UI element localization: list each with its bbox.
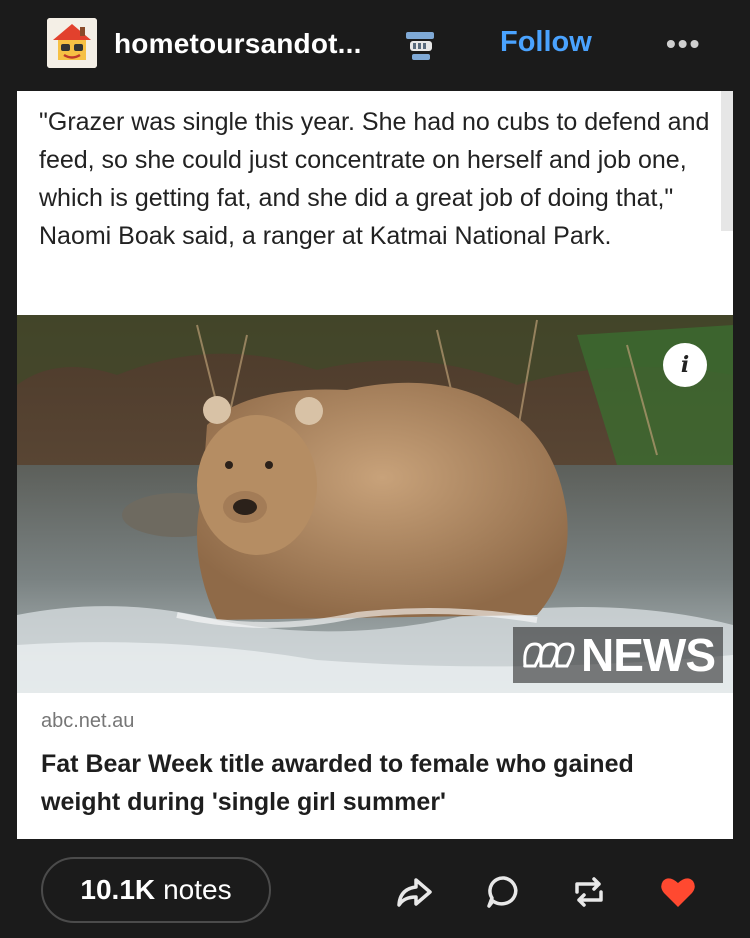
abc-logo-icon (523, 642, 575, 668)
news-watermark-text: NEWS (581, 629, 716, 681)
blog-badge-icon (402, 28, 442, 64)
follow-button[interactable]: Follow (500, 26, 592, 59)
link-headline[interactable]: Fat Bear Week title awarded to female wh… (41, 745, 701, 821)
reblog-icon[interactable] (569, 872, 609, 912)
link-domain[interactable]: abc.net.au (41, 710, 134, 733)
post-username[interactable]: hometoursandot... (114, 28, 362, 60)
post-quote: "Grazer was single this year. She had no… (39, 108, 710, 250)
bear-photo[interactable]: i NEWS (17, 315, 733, 693)
like-icon[interactable] (658, 872, 698, 912)
notes-button[interactable]: 10.1K notes (41, 857, 271, 923)
abc-news-watermark: NEWS (513, 627, 723, 683)
scrollbar[interactable] (721, 91, 733, 231)
avatar[interactable] (47, 18, 97, 68)
reply-icon[interactable] (484, 872, 524, 912)
share-icon[interactable] (394, 872, 434, 912)
post-header: hometoursandot... Follow ••• (0, 0, 750, 88)
notes-count: 10.1K (80, 874, 156, 905)
image-info-button[interactable]: i (663, 343, 707, 387)
more-options-icon[interactable]: ••• (666, 28, 701, 60)
post-card: "Grazer was single this year. She had no… (17, 91, 733, 839)
house-icon (47, 18, 97, 68)
notes-label: notes (163, 874, 232, 905)
